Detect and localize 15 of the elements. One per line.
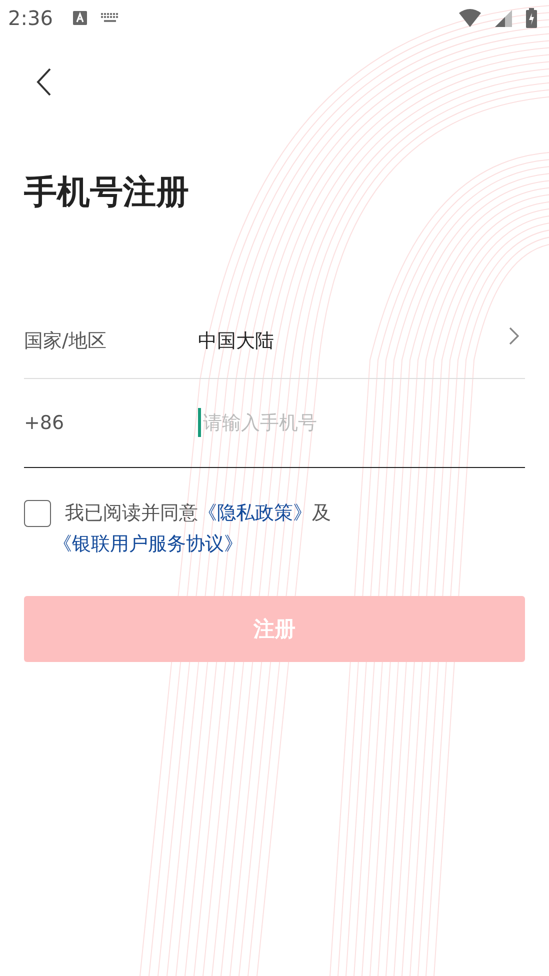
country-region-row[interactable]: 国家/地区 中国大陆	[24, 304, 525, 379]
country-code: +86	[24, 412, 66, 434]
privacy-policy-link[interactable]: 《隐私政策》	[198, 502, 312, 524]
agreement-checkbox[interactable]	[24, 500, 51, 527]
country-label: 国家/地区	[24, 328, 108, 354]
page-title: 手机号注册	[24, 172, 190, 212]
country-value: 中国大陆	[198, 328, 275, 354]
status-time: 2:36	[8, 6, 53, 30]
back-icon	[36, 68, 52, 96]
wifi-icon	[459, 9, 481, 27]
signal-icon	[495, 10, 512, 26]
chevron-right-icon	[509, 326, 519, 345]
text-input-icon	[72, 11, 87, 25]
battery-icon	[526, 8, 537, 28]
keyboard-icon	[100, 13, 119, 23]
